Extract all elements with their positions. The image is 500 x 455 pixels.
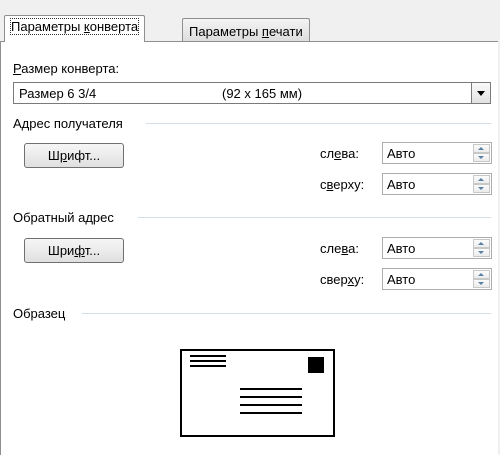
return-address-line [190,355,226,357]
recipient-left-value: Авто [387,146,416,161]
tab-strip: Параметры конверта Параметры печати [4,15,500,42]
return-left-value: Авто [387,241,416,256]
recipient-address-heading: Адрес получателя [13,116,123,131]
spin-up-icon[interactable] [473,144,490,153]
stamp-icon [308,357,324,373]
recipient-left-label: слева: [320,146,359,161]
spin-down-icon[interactable] [473,153,490,162]
return-top-label: сверху: [320,272,365,287]
recipient-group-divider [146,123,491,124]
recipient-left-spinner[interactable]: Авто [382,142,492,164]
spinner-arrows [473,239,490,257]
return-left-label: слева: [320,241,359,256]
tab-printing-options[interactable]: Параметры печати [182,18,310,41]
envelope-size-select[interactable]: Размер 6 3/4 (92 x 165 мм) [13,82,491,104]
recipient-address-line [240,388,302,390]
tab-envelope-options[interactable]: Параметры конверта [4,15,146,42]
spinner-arrows [473,175,490,193]
return-top-spinner[interactable]: Авто [382,268,492,290]
spinner-arrows [473,270,490,288]
envelope-size-value: Размер 6 3/4 [19,86,97,101]
spin-up-icon[interactable] [473,175,490,184]
spinner-arrows [473,144,490,162]
tab-envelope-options-label: Параметры конверта [9,18,140,35]
return-address-line [190,360,226,362]
return-top-value: Авто [387,272,416,287]
spin-down-icon[interactable] [473,248,490,257]
envelope-preview[interactable] [180,349,335,437]
recipient-address-line [240,412,302,414]
recipient-top-value: Авто [387,177,416,192]
return-address-heading: Обратный адрес [13,210,114,225]
recipient-top-label: сверху: [320,177,365,192]
return-left-spinner[interactable]: Авто [382,237,492,259]
recipient-address-line [240,404,302,406]
envelope-size-label: Размер конверта: [13,61,120,76]
preview-group-divider [82,313,491,314]
recipient-address-line [240,396,302,398]
return-address-line [190,365,226,367]
preview-heading: Образец [13,306,66,321]
spin-up-icon[interactable] [473,239,490,248]
spin-down-icon[interactable] [473,279,490,288]
return-group-divider [138,217,491,218]
recipient-font-button[interactable]: Шрифт... [24,143,124,168]
chevron-down-icon[interactable] [471,83,490,103]
spin-down-icon[interactable] [473,184,490,193]
spin-up-icon[interactable] [473,270,490,279]
tab-printing-options-label: Параметры печати [189,24,303,39]
return-font-button[interactable]: Шрифт... [24,238,124,263]
recipient-top-spinner[interactable]: Авто [382,173,492,195]
envelope-size-dimensions: (92 x 165 мм) [222,86,303,101]
